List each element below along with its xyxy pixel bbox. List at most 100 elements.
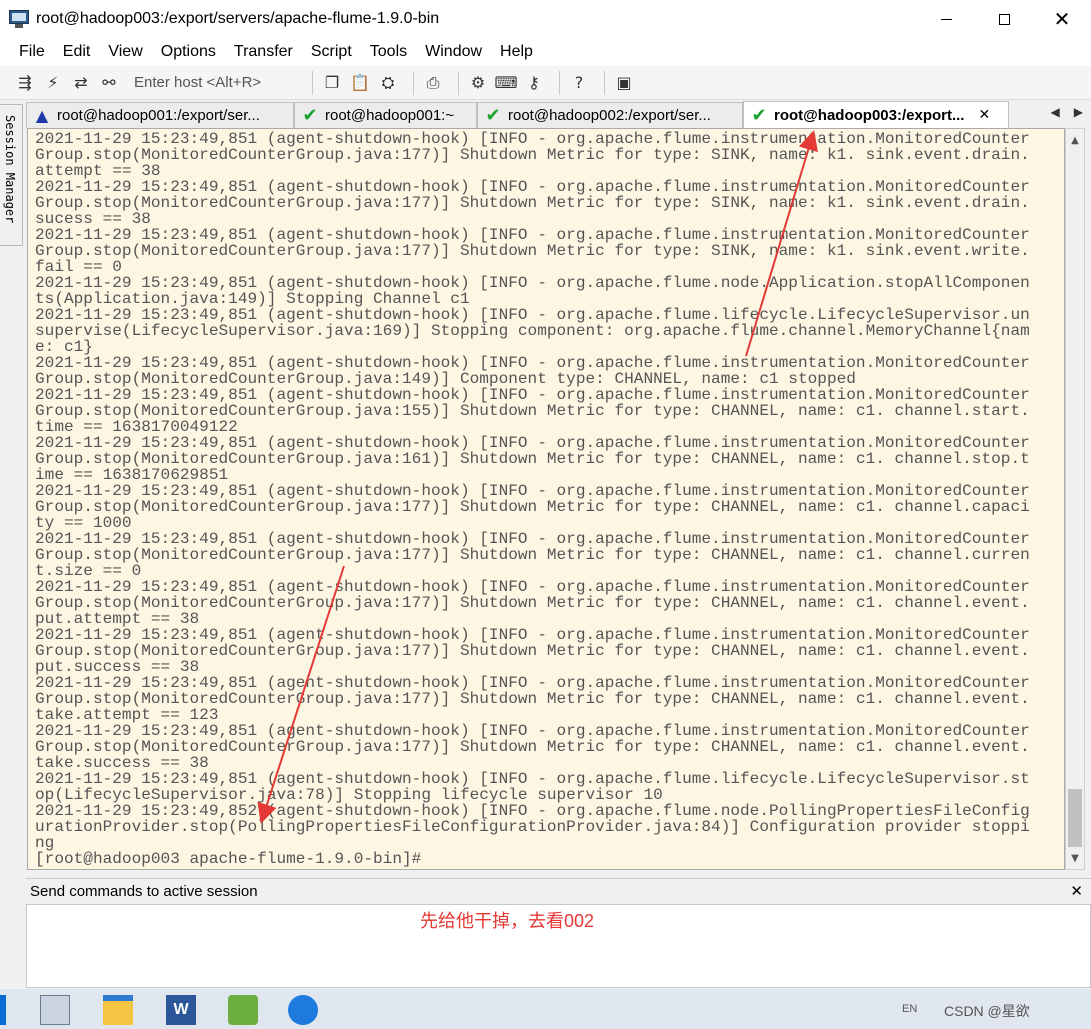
securecrt-app-icon <box>9 10 29 28</box>
terminal-line: Group.stop(MonitoredCounterGroup.java:17… <box>35 594 1030 612</box>
phone-link-icon[interactable] <box>288 995 318 1025</box>
settings-icon[interactable]: ⚙ <box>467 72 489 94</box>
terminal-line: 2021-11-29 15:23:49,851 (agent-shutdown-… <box>35 770 1030 788</box>
menu-transfer[interactable]: Transfer <box>225 43 302 61</box>
scroll-down-icon[interactable]: ▼ <box>1066 849 1084 867</box>
terminal-line: put.attempt == 38 <box>35 610 200 628</box>
terminal-line: 2021-11-29 15:23:49,851 (agent-shutdown-… <box>35 354 1030 372</box>
tab-hadoop001-export[interactable]: ▲ root@hadoop001:/export/ser... <box>26 102 294 128</box>
close-icon: ✕ <box>1053 7 1071 31</box>
paste-icon[interactable]: 📋 <box>349 72 371 94</box>
terminal-line: Group.stop(MonitoredCounterGroup.java:17… <box>35 146 1030 164</box>
terminal-line: time == 1638170049122 <box>35 418 238 436</box>
menu-file[interactable]: File <box>10 43 54 61</box>
annotation-text: 先给他干掉，去看002 <box>420 911 595 931</box>
terminal-line: 2021-11-29 15:23:49,851 (agent-shutdown-… <box>35 626 1030 644</box>
scroll-up-icon[interactable]: ▲ <box>1066 131 1084 149</box>
scroll-thumb[interactable] <box>1068 789 1082 847</box>
menu-help[interactable]: Help <box>491 43 542 61</box>
terminal-line: take.attempt == 123 <box>35 706 219 724</box>
terminal-line: Group.stop(MonitoredCounterGroup.java:17… <box>35 498 1030 516</box>
session-manager-tab[interactable]: Session Manager <box>0 104 23 246</box>
quick-connect-icon[interactable]: ⚡ <box>42 72 64 94</box>
tab-scroll-left-icon[interactable]: ◀ <box>1051 105 1060 119</box>
help-icon[interactable]: ? <box>568 72 590 94</box>
find-icon[interactable]: ⛭ <box>377 72 399 94</box>
word-icon[interactable]: W <box>166 995 196 1025</box>
window-controls: ✕ <box>917 0 1091 38</box>
terminal-line: urationProvider.stop(PollingPropertiesFi… <box>35 818 1030 836</box>
connect-icon[interactable]: ⇶ <box>14 72 36 94</box>
menu-view[interactable]: View <box>99 43 151 61</box>
host-input[interactable]: Enter host <Alt+R> <box>134 74 304 91</box>
terminal-line: 2021-11-29 15:23:49,851 (agent-shutdown-… <box>35 386 1030 404</box>
terminal-line: Group.stop(MonitoredCounterGroup.java:17… <box>35 242 1030 260</box>
sftp-icon[interactable]: ▣ <box>613 72 635 94</box>
terminal-line: Group.stop(MonitoredCounterGroup.java:17… <box>35 546 1030 564</box>
window-title: root@hadoop003:/export/servers/apache-fl… <box>36 10 440 27</box>
print-icon[interactable]: ⎙ <box>422 72 444 94</box>
tab-hadoop003-export[interactable]: ✔ root@hadoop003:/export... ✕ <box>743 101 1009 128</box>
title-bar: root@hadoop003:/export/servers/apache-fl… <box>0 0 1091 38</box>
input-language[interactable]: EN <box>902 1003 917 1015</box>
terminal-line: 2021-11-29 15:23:49,851 (agent-shutdown-… <box>35 578 1030 596</box>
terminal-line: 2021-11-29 15:23:49,851 (agent-shutdown-… <box>35 226 1030 244</box>
session-tabs: ▲ root@hadoop001:/export/ser... ✔ root@h… <box>26 101 1091 128</box>
terminal-line: sucess == 38 <box>35 210 151 228</box>
terminal-line: ng <box>35 834 55 852</box>
taskbar: W EN CSDN @星欲 <box>0 989 1091 1029</box>
tab-hadoop001-home[interactable]: ✔ root@hadoop001:~ <box>294 102 477 128</box>
session-manager-label: Session Manager <box>3 115 17 224</box>
file-explorer-icon[interactable] <box>103 995 133 1025</box>
maximize-button[interactable] <box>975 0 1033 38</box>
terminal-line: Group.stop(MonitoredCounterGroup.java:17… <box>35 194 1030 212</box>
tab-label: root@hadoop001:/export/ser... <box>57 107 260 124</box>
terminal-line: Group.stop(MonitoredCounterGroup.java:17… <box>35 690 1030 708</box>
terminal-line: 2021-11-29 15:23:49,851 (agent-shutdown-… <box>35 274 1030 292</box>
reconnect-icon[interactable]: ⇄ <box>70 72 92 94</box>
terminal-line: e: c1} <box>35 338 93 356</box>
terminal-line: t.size == 0 <box>35 562 142 580</box>
copy-icon[interactable]: ❐ <box>321 72 343 94</box>
menu-tools[interactable]: Tools <box>361 43 416 61</box>
tab-close-icon[interactable]: ✕ <box>978 107 990 123</box>
terminal-line: ts(Application.java:149)] Stopping Chann… <box>35 290 470 308</box>
tab-label: root@hadoop002:/export/ser... <box>508 107 711 124</box>
toolbar: ⇶ ⚡ ⇄ ⚯ Enter host <Alt+R> ❐ 📋 ⛭ ⎙ ⚙ ⌨ ⚷… <box>0 66 1091 100</box>
terminal-line: 2021-11-29 15:23:49,851 (agent-shutdown-… <box>35 178 1030 196</box>
maximize-icon <box>998 13 1010 25</box>
terminal-scrollbar[interactable]: ▲ ▼ <box>1065 128 1085 870</box>
tab-scroll-right-icon[interactable]: ▶ <box>1074 105 1083 119</box>
terminal-line: ty == 1000 <box>35 514 132 532</box>
terminal-line: 2021-11-29 15:23:49,851 (agent-shutdown-… <box>35 530 1030 548</box>
securecrt-taskbar-icon[interactable] <box>40 995 70 1025</box>
terminal-line: op(LifecycleSupervisor.java:78)] Stoppin… <box>35 786 663 804</box>
disconnect-icon[interactable]: ⚯ <box>98 72 120 94</box>
start-icon[interactable] <box>0 995 6 1025</box>
close-button[interactable]: ✕ <box>1033 0 1091 38</box>
minimize-button[interactable] <box>917 0 975 38</box>
key-agent-icon[interactable]: ⚷ <box>523 72 545 94</box>
warning-icon: ▲ <box>35 106 49 125</box>
send-commands-header: Send commands to active session ✕ <box>26 878 1091 904</box>
menu-bar: File Edit View Options Transfer Script T… <box>0 38 1091 66</box>
send-commands-title: Send commands to active session <box>30 883 258 900</box>
tab-scroll-controls: ◀ ▶ <box>1051 105 1083 119</box>
terminal-line: Group.stop(MonitoredCounterGroup.java:14… <box>35 370 856 388</box>
checkmark-icon: ✔ <box>751 104 767 126</box>
keymap-icon[interactable]: ⌨ <box>494 72 517 94</box>
menu-edit[interactable]: Edit <box>54 43 100 61</box>
tab-hadoop002-export[interactable]: ✔ root@hadoop002:/export/ser... <box>477 102 743 128</box>
csdn-watermark: CSDN @星欲 <box>944 1003 1030 1019</box>
send-panel-close-icon[interactable]: ✕ <box>1070 882 1083 900</box>
menu-script[interactable]: Script <box>302 43 361 61</box>
toolbar-separator <box>458 70 459 95</box>
menu-options[interactable]: Options <box>152 43 225 61</box>
terminal-output[interactable]: 2021-11-29 15:23:49,851 (agent-shutdown-… <box>27 128 1065 870</box>
terminal-line: 2021-11-29 15:23:49,851 (agent-shutdown-… <box>35 722 1030 740</box>
toolbar-separator <box>559 70 560 95</box>
tab-label: root@hadoop003:/export... <box>774 106 965 124</box>
terminal-line: Group.stop(MonitoredCounterGroup.java:15… <box>35 402 1030 420</box>
menu-window[interactable]: Window <box>416 43 491 61</box>
notepad-icon[interactable] <box>228 995 258 1025</box>
